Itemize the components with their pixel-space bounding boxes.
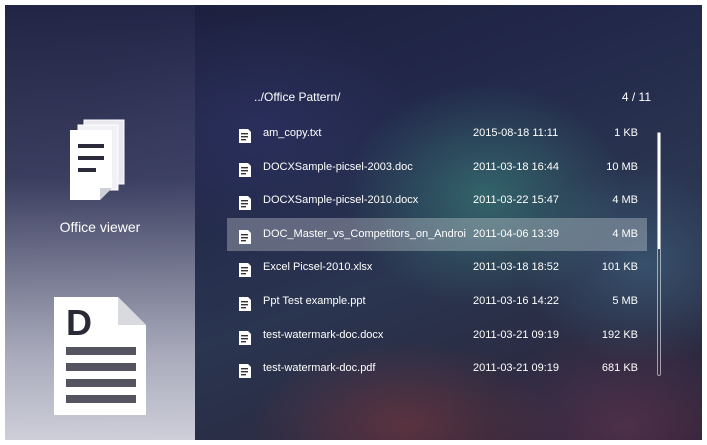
file-name: test-watermark-doc.pdf [263, 362, 376, 375]
document-file-icon [239, 296, 251, 311]
file-row[interactable]: Excel Picsel-2010.xlsx 2011-03-18 18:52 … [227, 251, 647, 285]
word-document-icon: D [54, 297, 146, 415]
file-row[interactable]: DOCXSample-picsel-2003.doc 2011-03-18 16… [227, 151, 647, 185]
app-label: Office viewer [59, 219, 141, 235]
file-size: 681 KB [601, 362, 638, 375]
file-size: 10 MB [606, 160, 638, 173]
current-path: ../Office Pattern/ [254, 90, 341, 104]
file-list: am_copy.txt 2015-08-18 11:11 1 KB DOCXSa… [227, 117, 647, 386]
document-file-icon [239, 229, 251, 244]
file-name: DOCXSample-picsel-2003.doc [263, 160, 413, 173]
file-date: 2011-03-18 16:44 [473, 160, 560, 173]
file-date: 2015-08-18 11:11 [473, 127, 559, 139]
file-date: 2011-03-21 09:19 [473, 328, 560, 341]
file-name: Ppt Test example.ppt [263, 294, 366, 307]
file-size: 5 MB [612, 294, 638, 307]
file-size: 1 KB [614, 127, 638, 139]
file-row-selected[interactable]: DOC_Master_vs_Competitors_on_Androi 2011… [227, 217, 647, 252]
file-size: 4 MB [612, 227, 638, 240]
office-documents-icon [70, 119, 125, 200]
document-file-icon [239, 196, 251, 211]
file-date: 2011-03-21 09:19 [473, 362, 560, 375]
screen: Office viewer D ../Office Pattern/ 4 / 1… [5, 5, 702, 440]
document-file-icon [239, 364, 251, 379]
document-file-icon [239, 330, 251, 345]
file-size: 4 MB [612, 194, 638, 207]
file-size: 101 KB [601, 261, 638, 274]
file-name: test-watermark-doc.docx [263, 328, 384, 341]
doc-type-letter: D [66, 302, 92, 343]
file-name: Excel Picsel-2010.xlsx [263, 261, 373, 274]
file-date: 2011-03-18 18:52 [473, 261, 560, 274]
file-name: DOCXSample-picsel-2010.docx [263, 194, 419, 207]
document-file-icon [239, 129, 251, 143]
file-date: 2011-03-16 14:22 [473, 294, 560, 307]
file-name: DOC_Master_vs_Competitors_on_Androi [263, 227, 466, 240]
document-file-icon [239, 162, 251, 177]
file-name: am_copy.txt [263, 127, 322, 139]
item-counter: 4 / 11 [621, 90, 651, 104]
file-row[interactable]: DOCXSample-picsel-2010.docx 2011-03-22 1… [227, 184, 647, 218]
file-row[interactable]: test-watermark-doc.docx 2011-03-21 09:19… [227, 319, 647, 353]
scrollbar[interactable] [657, 132, 661, 376]
file-date: 2011-03-22 15:47 [473, 194, 560, 207]
document-file-icon [239, 263, 251, 278]
file-row[interactable]: am_copy.txt 2015-08-18 11:11 1 KB [227, 117, 647, 151]
file-row[interactable]: Ppt Test example.ppt 2011-03-16 14:22 5 … [227, 285, 647, 319]
file-date: 2011-04-06 13:39 [473, 227, 560, 240]
scrollbar-thumb[interactable] [658, 133, 660, 249]
sidebar: Office viewer D [5, 5, 195, 440]
file-size: 192 KB [601, 328, 638, 341]
file-row[interactable]: test-watermark-doc.pdf 2011-03-21 09:19 … [227, 352, 647, 386]
